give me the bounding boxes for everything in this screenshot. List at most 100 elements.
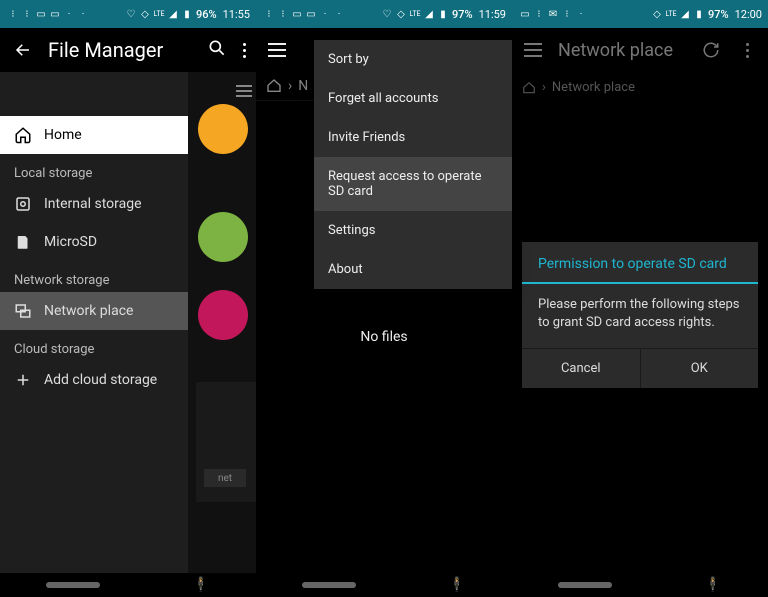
- drawer-label: Network place: [44, 303, 133, 319]
- chevron-right-icon: ›: [542, 80, 546, 95]
- appbar: Network place: [512, 28, 768, 72]
- accessibility-icon[interactable]: 🕴: [192, 577, 209, 593]
- list-toggle[interactable]: [236, 82, 252, 100]
- wifi-icon: ◇: [396, 9, 406, 19]
- status-bar: ⁝ ⁝ ▭ ▭ · · ♡ ◇ LTE ◢ ▮ 97% 11:59: [256, 0, 512, 28]
- crumb-text: Network place: [552, 80, 635, 95]
- dialog-body: Please perform the following steps to gr…: [522, 284, 758, 348]
- notif-icon: ·: [78, 9, 88, 19]
- refresh-icon[interactable]: [700, 39, 722, 61]
- menu-icon[interactable]: [266, 39, 288, 61]
- battery-icon: ▮: [438, 9, 448, 19]
- notif-icon: ▭: [292, 9, 302, 19]
- drawer-section-local: Local storage: [0, 154, 188, 185]
- drawer-item-internal[interactable]: Internal storage: [0, 185, 188, 223]
- notif-icon: ▭: [306, 9, 316, 19]
- notif-icon: ⁝: [8, 9, 18, 19]
- lte-icon: LTE: [410, 9, 420, 19]
- appbar: File Manager: [0, 28, 188, 72]
- notif-icon: ⁝: [22, 9, 32, 19]
- drawer-item-network-place[interactable]: Network place: [0, 292, 188, 330]
- dialog-buttons: Cancel OK: [522, 348, 758, 388]
- nav-bar: 🕴: [256, 573, 512, 597]
- menu-sort-by[interactable]: Sort by: [314, 40, 512, 79]
- drawer-item-add-cloud[interactable]: Add cloud storage: [0, 361, 188, 399]
- wifi-icon: ◇: [652, 9, 662, 19]
- drawer-label: Home: [44, 127, 82, 143]
- signal-icon: ◢: [680, 9, 690, 19]
- overflow-icon[interactable]: [736, 39, 758, 61]
- lte-icon: LTE: [154, 9, 164, 19]
- nav-bar: 🕴: [0, 573, 256, 597]
- net-chip: net: [204, 469, 246, 487]
- clock: 12:00: [735, 8, 762, 21]
- category-circle-music: [198, 104, 248, 154]
- notif-icon: ▭: [36, 9, 46, 19]
- notif-icon: ▭: [50, 9, 60, 19]
- crumb-text: N: [298, 78, 308, 94]
- lte-icon: LTE: [666, 9, 676, 19]
- drawer-section-cloud: Cloud storage: [0, 330, 188, 361]
- ok-button[interactable]: OK: [640, 349, 759, 388]
- drawer-item-home[interactable]: Home: [0, 116, 188, 154]
- notif-icon: ·: [64, 9, 74, 19]
- drawer-label: Internal storage: [44, 196, 142, 212]
- wifi-icon: ◇: [140, 9, 150, 19]
- overflow-menu: Sort by Forget all accounts Invite Frien…: [314, 40, 512, 289]
- battery-pct: 97%: [708, 8, 729, 21]
- drawer-label: Add cloud storage: [44, 372, 157, 388]
- category-circle-recent: [198, 290, 248, 340]
- back-icon[interactable]: [12, 39, 34, 61]
- notif-icon: ⁝: [264, 9, 274, 19]
- breadcrumb[interactable]: › Network place: [512, 72, 768, 103]
- screen-overflow-menu: ⁝ ⁝ ▭ ▭ · · ♡ ◇ LTE ◢ ▮ 97% 11:59 › N No…: [256, 0, 512, 597]
- search-icon[interactable]: [207, 38, 227, 62]
- clock: 11:55: [223, 8, 250, 21]
- status-bar: ▭ ⁝ ✉ ⁝ · ◇ LTE ◢ ▮ 97% 12:00: [512, 0, 768, 28]
- nav-pill[interactable]: [302, 582, 356, 588]
- battery-icon: ▮: [694, 9, 704, 19]
- notif-icon: ·: [334, 9, 344, 19]
- background-content: net: [188, 72, 256, 573]
- notif-icon: ⁝: [562, 9, 572, 19]
- category-circle-apps: [198, 212, 248, 262]
- dialog-title: Permission to operate SD card: [522, 242, 758, 284]
- app-title: Network place: [558, 40, 686, 61]
- notif-icon: ✉: [548, 9, 558, 19]
- menu-about[interactable]: About: [314, 250, 512, 289]
- overflow-icon[interactable]: [243, 43, 246, 58]
- menu-forget-accounts[interactable]: Forget all accounts: [314, 79, 512, 118]
- battery-pct: 96%: [196, 8, 217, 21]
- menu-invite-friends[interactable]: Invite Friends: [314, 118, 512, 157]
- notif-icon: ⁝: [534, 9, 544, 19]
- battery-pct: 97%: [452, 8, 473, 21]
- drawer-section-network: Network storage: [0, 261, 188, 292]
- nav-drawer: File Manager Home Local storage Internal…: [0, 28, 188, 573]
- battery-icon: ▮: [182, 9, 192, 19]
- cancel-button[interactable]: Cancel: [522, 349, 640, 388]
- signal-icon: ◢: [168, 9, 178, 19]
- home-icon: [522, 81, 536, 95]
- nav-pill[interactable]: [46, 582, 100, 588]
- home-icon: [266, 78, 282, 94]
- notif-icon: ·: [576, 9, 586, 19]
- menu-request-sd-access[interactable]: Request access to operate SD card: [314, 157, 512, 211]
- accessibility-icon[interactable]: 🕴: [448, 577, 465, 593]
- notif-icon: ⁝: [278, 9, 288, 19]
- drawer-item-microsd[interactable]: MicroSD: [0, 223, 188, 261]
- menu-icon[interactable]: [522, 39, 544, 61]
- accessibility-icon[interactable]: 🕴: [704, 577, 721, 593]
- drawer-label: MicroSD: [44, 234, 97, 250]
- status-bar: ⁝ ⁝ ▭ ▭ · · ♡ ◇ LTE ◢ ▮ 96% 11:55: [0, 0, 256, 28]
- nav-bar: 🕴: [512, 573, 768, 597]
- menu-settings[interactable]: Settings: [314, 211, 512, 250]
- app-title: File Manager: [48, 38, 178, 62]
- heart-icon: ♡: [382, 9, 392, 19]
- permission-dialog: Permission to operate SD card Please per…: [522, 242, 758, 388]
- heart-icon: ♡: [126, 9, 136, 19]
- screen-file-manager-drawer: ⁝ ⁝ ▭ ▭ · · ♡ ◇ LTE ◢ ▮ 96% 11:55 net Fi…: [0, 0, 256, 597]
- clock: 11:59: [479, 8, 506, 21]
- nav-pill[interactable]: [558, 582, 612, 588]
- notif-icon: ·: [320, 9, 330, 19]
- screen-permission-dialog: ▭ ⁝ ✉ ⁝ · ◇ LTE ◢ ▮ 97% 12:00 Network pl…: [512, 0, 768, 597]
